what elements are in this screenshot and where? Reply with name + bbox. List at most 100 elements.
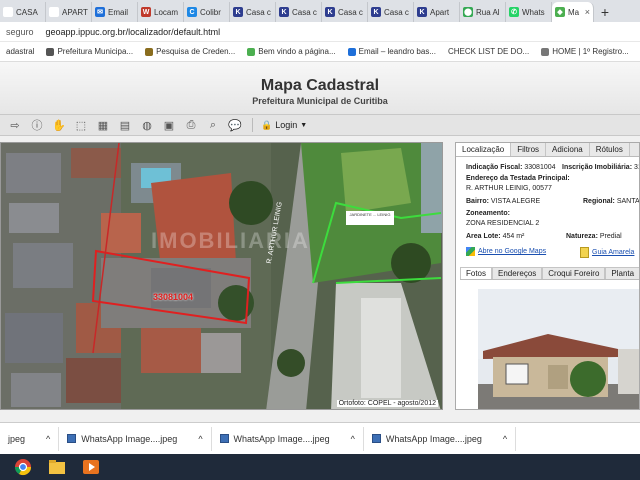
tab-filtros[interactable]: Filtros [511,143,547,156]
regional-value: SANTA [616,198,640,205]
bookmark-label: adastral [6,47,35,56]
bookmark-label: Bem vindo a página... [258,47,336,56]
bookmark-favicon-icon [46,47,55,56]
bookmark-favicon-icon [347,47,356,56]
bookmark-item[interactable]: Bem vindo a página... [241,47,341,56]
search-icon[interactable]: ⌕ [204,117,222,133]
login-menu[interactable]: 🔒 Login ▼ [261,120,307,131]
bookmarks-bar: adastral Prefeitura Municipa... Pesquisa d… [0,42,640,62]
bookmark-label: Email – leandro bas... [358,47,436,56]
browser-tab-label: APART [62,7,88,17]
tab-fotos[interactable]: Fotos [460,267,493,279]
download-item[interactable]: WhatsApp Image....jpeg ^ [364,426,517,451]
k-icon: K [279,7,289,17]
bairro-row: Bairro: VISTA ALEGRE [466,198,540,205]
browser-tab-label: Locam [154,7,179,17]
globe-icon[interactable]: ◍ [138,117,156,133]
tab-localizacao[interactable]: Localização [456,143,512,156]
browser-tab[interactable]: ◆ Ma × [552,2,594,22]
tab-croqui-foreiro[interactable]: Croqui Foreiro [542,267,606,279]
tab-adiciona[interactable]: Adiciona [546,143,590,156]
bookmark-item[interactable]: BasM [635,47,640,56]
indicacao-value: 33081004 [524,164,556,171]
close-tab-icon[interactable]: × [585,7,590,17]
zoom-box-icon[interactable]: ⬚ [72,117,90,133]
tab-enderecos[interactable]: Endereços [492,267,543,279]
bookmark-item[interactable]: Email – leandro bas... [342,47,442,56]
browser-tab[interactable]: W Locam [138,2,184,22]
regional-row: Regional: SANTA [583,198,640,205]
download-item[interactable]: WhatsApp Image....jpeg ^ [212,426,364,451]
bookmark-item[interactable]: Pesquisa de Creden... [139,47,241,56]
browser-tab[interactable]: ⬤ Rua Al [460,2,506,22]
endereco-value: R. ARTHUR LEINIG, 00577 [466,185,552,192]
chrome-icon[interactable] [10,456,36,478]
google-maps-link[interactable]: Abre no Google Maps [466,247,546,256]
map-toolbar: ⇨ ⓘ ✋ ⬚ ▦ ▤ ◍ ▣ ⎙ ⌕ 💬 🔒 Login ▼ [0,114,640,136]
watermark-text: IMOBILIARIA [151,228,310,253]
downloads-bar: jpeg ^ WhatsApp Image....jpeg ^ WhatsApp… [0,422,640,454]
bookmark-favicon-icon [145,47,154,56]
not-secure-label: seguro [6,26,34,37]
file-explorer-icon[interactable] [44,456,70,478]
page-title: Mapa Cadastral [260,77,380,94]
browser-tab[interactable]: C Colibr [184,2,230,22]
bairro-value: VISTA ALEGRE [490,198,541,205]
new-tab-button[interactable]: + [594,2,616,22]
google-maps-icon [466,247,475,256]
area-label: Area Lote: [466,233,501,240]
map-credit: Ortofoto: COPEL - agosto/2012 [336,400,438,407]
house-photo [478,289,639,409]
browser-tab[interactable]: CASA [0,2,46,22]
pan-hand-icon[interactable]: ✋ [50,117,68,133]
chevron-up-icon[interactable]: ^ [46,434,50,444]
bookmark-item[interactable]: HOME | 1º Registro... [535,47,635,56]
browser-tab-label: Ma [568,7,580,17]
area-value: 454 m² [502,233,525,240]
login-label: Login [275,120,298,130]
chevron-up-icon[interactable]: ^ [351,434,355,444]
tab-planta[interactable]: Planta [605,267,639,279]
url-text[interactable]: geoapp.ippuc.org.br/localizador/default.… [46,27,221,37]
download-item-label: WhatsApp Image....jpeg [233,433,330,444]
k-icon: K [233,7,243,17]
colibri-icon: C [187,7,197,17]
print-icon[interactable]: ⎙ [182,117,200,133]
natureza-row: Natureza: Predial [566,233,622,240]
comment-icon[interactable]: 💬 [226,117,244,133]
arrow-right-icon[interactable]: ⇨ [6,117,24,133]
browser-tab[interactable]: ✆ Whats [506,2,552,22]
chevron-up-icon[interactable]: ^ [503,434,507,444]
bookmark-item[interactable]: CHECK LIST DE DO... [442,47,535,56]
bookmark-item[interactable]: Prefeitura Municipa... [40,47,139,56]
zoneamento-label: Zoneamento: [466,210,510,217]
tab-rotulos[interactable]: Rótulos [590,143,630,156]
browser-tab[interactable]: ✉ Email [92,2,138,22]
media-player-icon[interactable] [78,456,104,478]
measure-icon[interactable]: ▤ [116,117,134,133]
address-bar[interactable]: seguro geoapp.ippuc.org.br/localizador/d… [0,22,640,42]
browser-tab-label: Rua Al [476,7,500,17]
browser-tab[interactable]: K Casa c [368,2,414,22]
browser-tab[interactable]: K Apart [414,2,460,22]
bookmark-label: Pesquisa de Creden... [156,47,236,56]
bairro-label: Bairro: [466,198,489,205]
chevron-up-icon[interactable]: ^ [198,434,202,444]
browser-tab[interactable]: K Casa c [322,2,368,22]
download-item[interactable]: jpeg ^ [0,426,60,451]
info-icon[interactable]: ⓘ [28,117,46,133]
download-item[interactable]: WhatsApp Image....jpeg ^ [59,426,212,451]
browser-tab[interactable]: K Casa c [230,2,276,22]
browser-tab-bar: CASA APART ✉ Email W Locam C Colibr K Casa c K Casa… [0,0,640,22]
toolbar-divider [252,118,253,132]
aerial-map[interactable]: 33081004 R. ARTHUR LEINIG JARDINETE ... … [0,142,443,410]
browser-tab[interactable]: APART [46,2,92,22]
bookmark-item[interactable]: adastral [0,47,40,56]
browser-tab[interactable]: K Casa c [276,2,322,22]
map-layers-icon[interactable]: ▦ [94,117,112,133]
image-file-icon [371,434,381,443]
bookmark-label: Prefeitura Municipa... [57,47,134,56]
export-icon[interactable]: ▣ [160,117,178,133]
guia-amarela-link[interactable]: Guia Amarela [580,247,634,258]
browser-tab-label: Casa c [338,7,363,17]
